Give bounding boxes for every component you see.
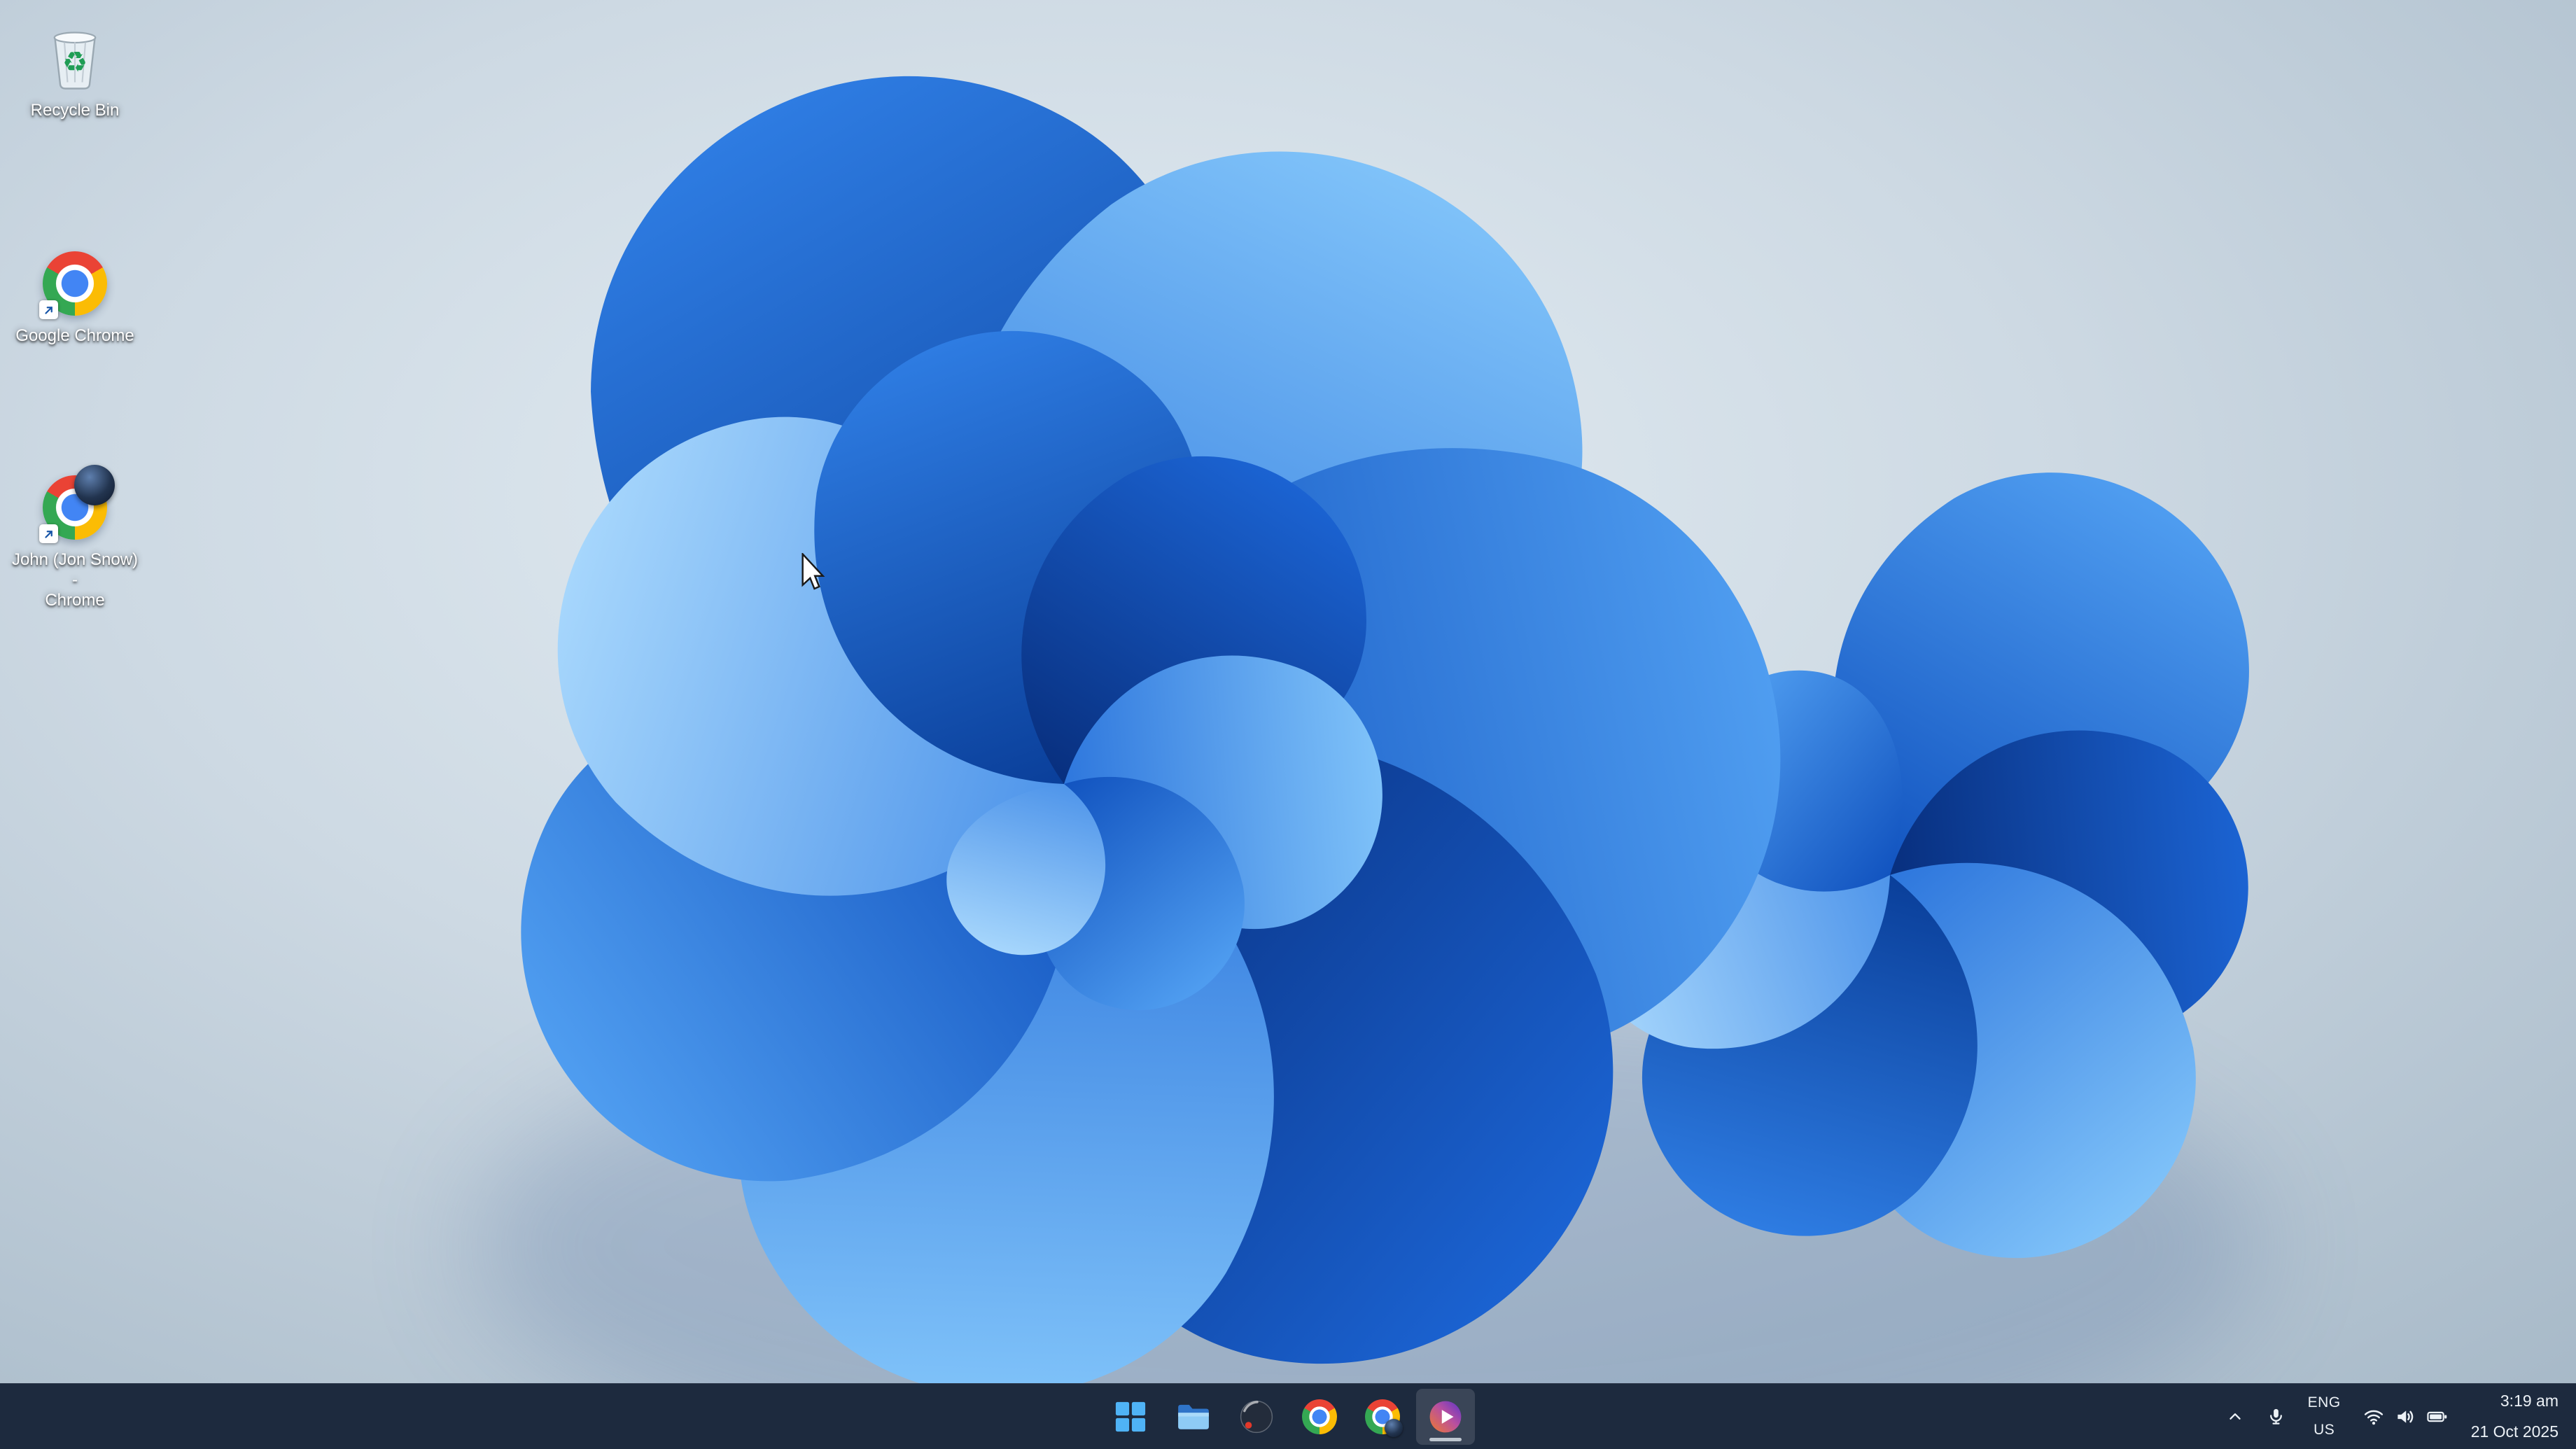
chrome-icon	[1301, 1399, 1338, 1435]
active-app-indicator	[1429, 1437, 1462, 1441]
file-explorer-button[interactable]	[1164, 1389, 1223, 1445]
chrome-profile-icon	[1364, 1399, 1403, 1437]
desktop-icon-recycle-bin[interactable]: ♻ Recycle Bin	[10, 21, 140, 120]
clock-time: 3:19 am	[2500, 1392, 2558, 1410]
chevron-up-icon	[2229, 1413, 2241, 1420]
wallpaper-bloom	[0, 0, 2576, 1449]
chrome-profile-icon	[38, 465, 115, 545]
language-code: ENG	[2307, 1394, 2341, 1410]
taskbar: ENG US 3:19 am 21 Oct 2025	[0, 1383, 2576, 1449]
desktop-icon-chrome-profile[interactable]: John (Jon Snow) - Chrome	[10, 465, 140, 610]
recycle-bin-icon: ♻	[38, 21, 112, 95]
dark-circle-app-icon	[1238, 1399, 1275, 1435]
battery-icon	[2427, 1411, 2446, 1422]
language-region: US	[2314, 1422, 2335, 1438]
tray-microphone-button[interactable]	[2258, 1392, 2295, 1442]
shortcut-arrow-icon	[39, 300, 58, 319]
wifi-icon	[2364, 1410, 2383, 1424]
chrome-icon	[38, 246, 112, 321]
tray-clock-button[interactable]: 3:19 am 21 Oct 2025	[2462, 1392, 2568, 1442]
tray-language-button[interactable]: ENG US	[2299, 1392, 2350, 1442]
file-explorer-icon	[1175, 1399, 1212, 1435]
windows-start-icon	[1112, 1399, 1149, 1435]
chrome-profile-button[interactable]	[1353, 1389, 1412, 1445]
chrome-button[interactable]	[1290, 1389, 1349, 1445]
desktop-icon-label: Recycle Bin	[30, 101, 120, 120]
desktop-icon-label: Google Chrome	[15, 326, 134, 345]
volume-icon	[2398, 1410, 2413, 1423]
system-tray: ENG US 3:19 am 21 Oct 2025	[2217, 1384, 2568, 1449]
profile-avatar	[74, 465, 115, 505]
clock-date: 21 Oct 2025	[2470, 1422, 2558, 1441]
recycle-glyph: ♻	[62, 46, 88, 78]
tray-status-button[interactable]	[2354, 1392, 2458, 1442]
desktop-icon-google-chrome[interactable]: Google Chrome	[10, 246, 140, 346]
taskbar-app-icons	[1101, 1384, 1475, 1449]
tray-show-hidden-icons-button[interactable]	[2217, 1392, 2253, 1442]
windows-desktop: ♻ Recycle Bin Google Chrome John (Jon Sn…	[0, 0, 2576, 1449]
start-button[interactable]	[1101, 1389, 1160, 1445]
profile-avatar	[1385, 1418, 1403, 1437]
media-player-button[interactable]	[1416, 1388, 1475, 1445]
dark-circle-app-button[interactable]	[1227, 1389, 1286, 1445]
desktop-icon-label: John (Jon Snow) - Chrome	[11, 550, 139, 610]
shortcut-arrow-icon	[39, 524, 58, 543]
microphone-icon	[2269, 1408, 2282, 1424]
media-player-icon	[1427, 1399, 1464, 1435]
